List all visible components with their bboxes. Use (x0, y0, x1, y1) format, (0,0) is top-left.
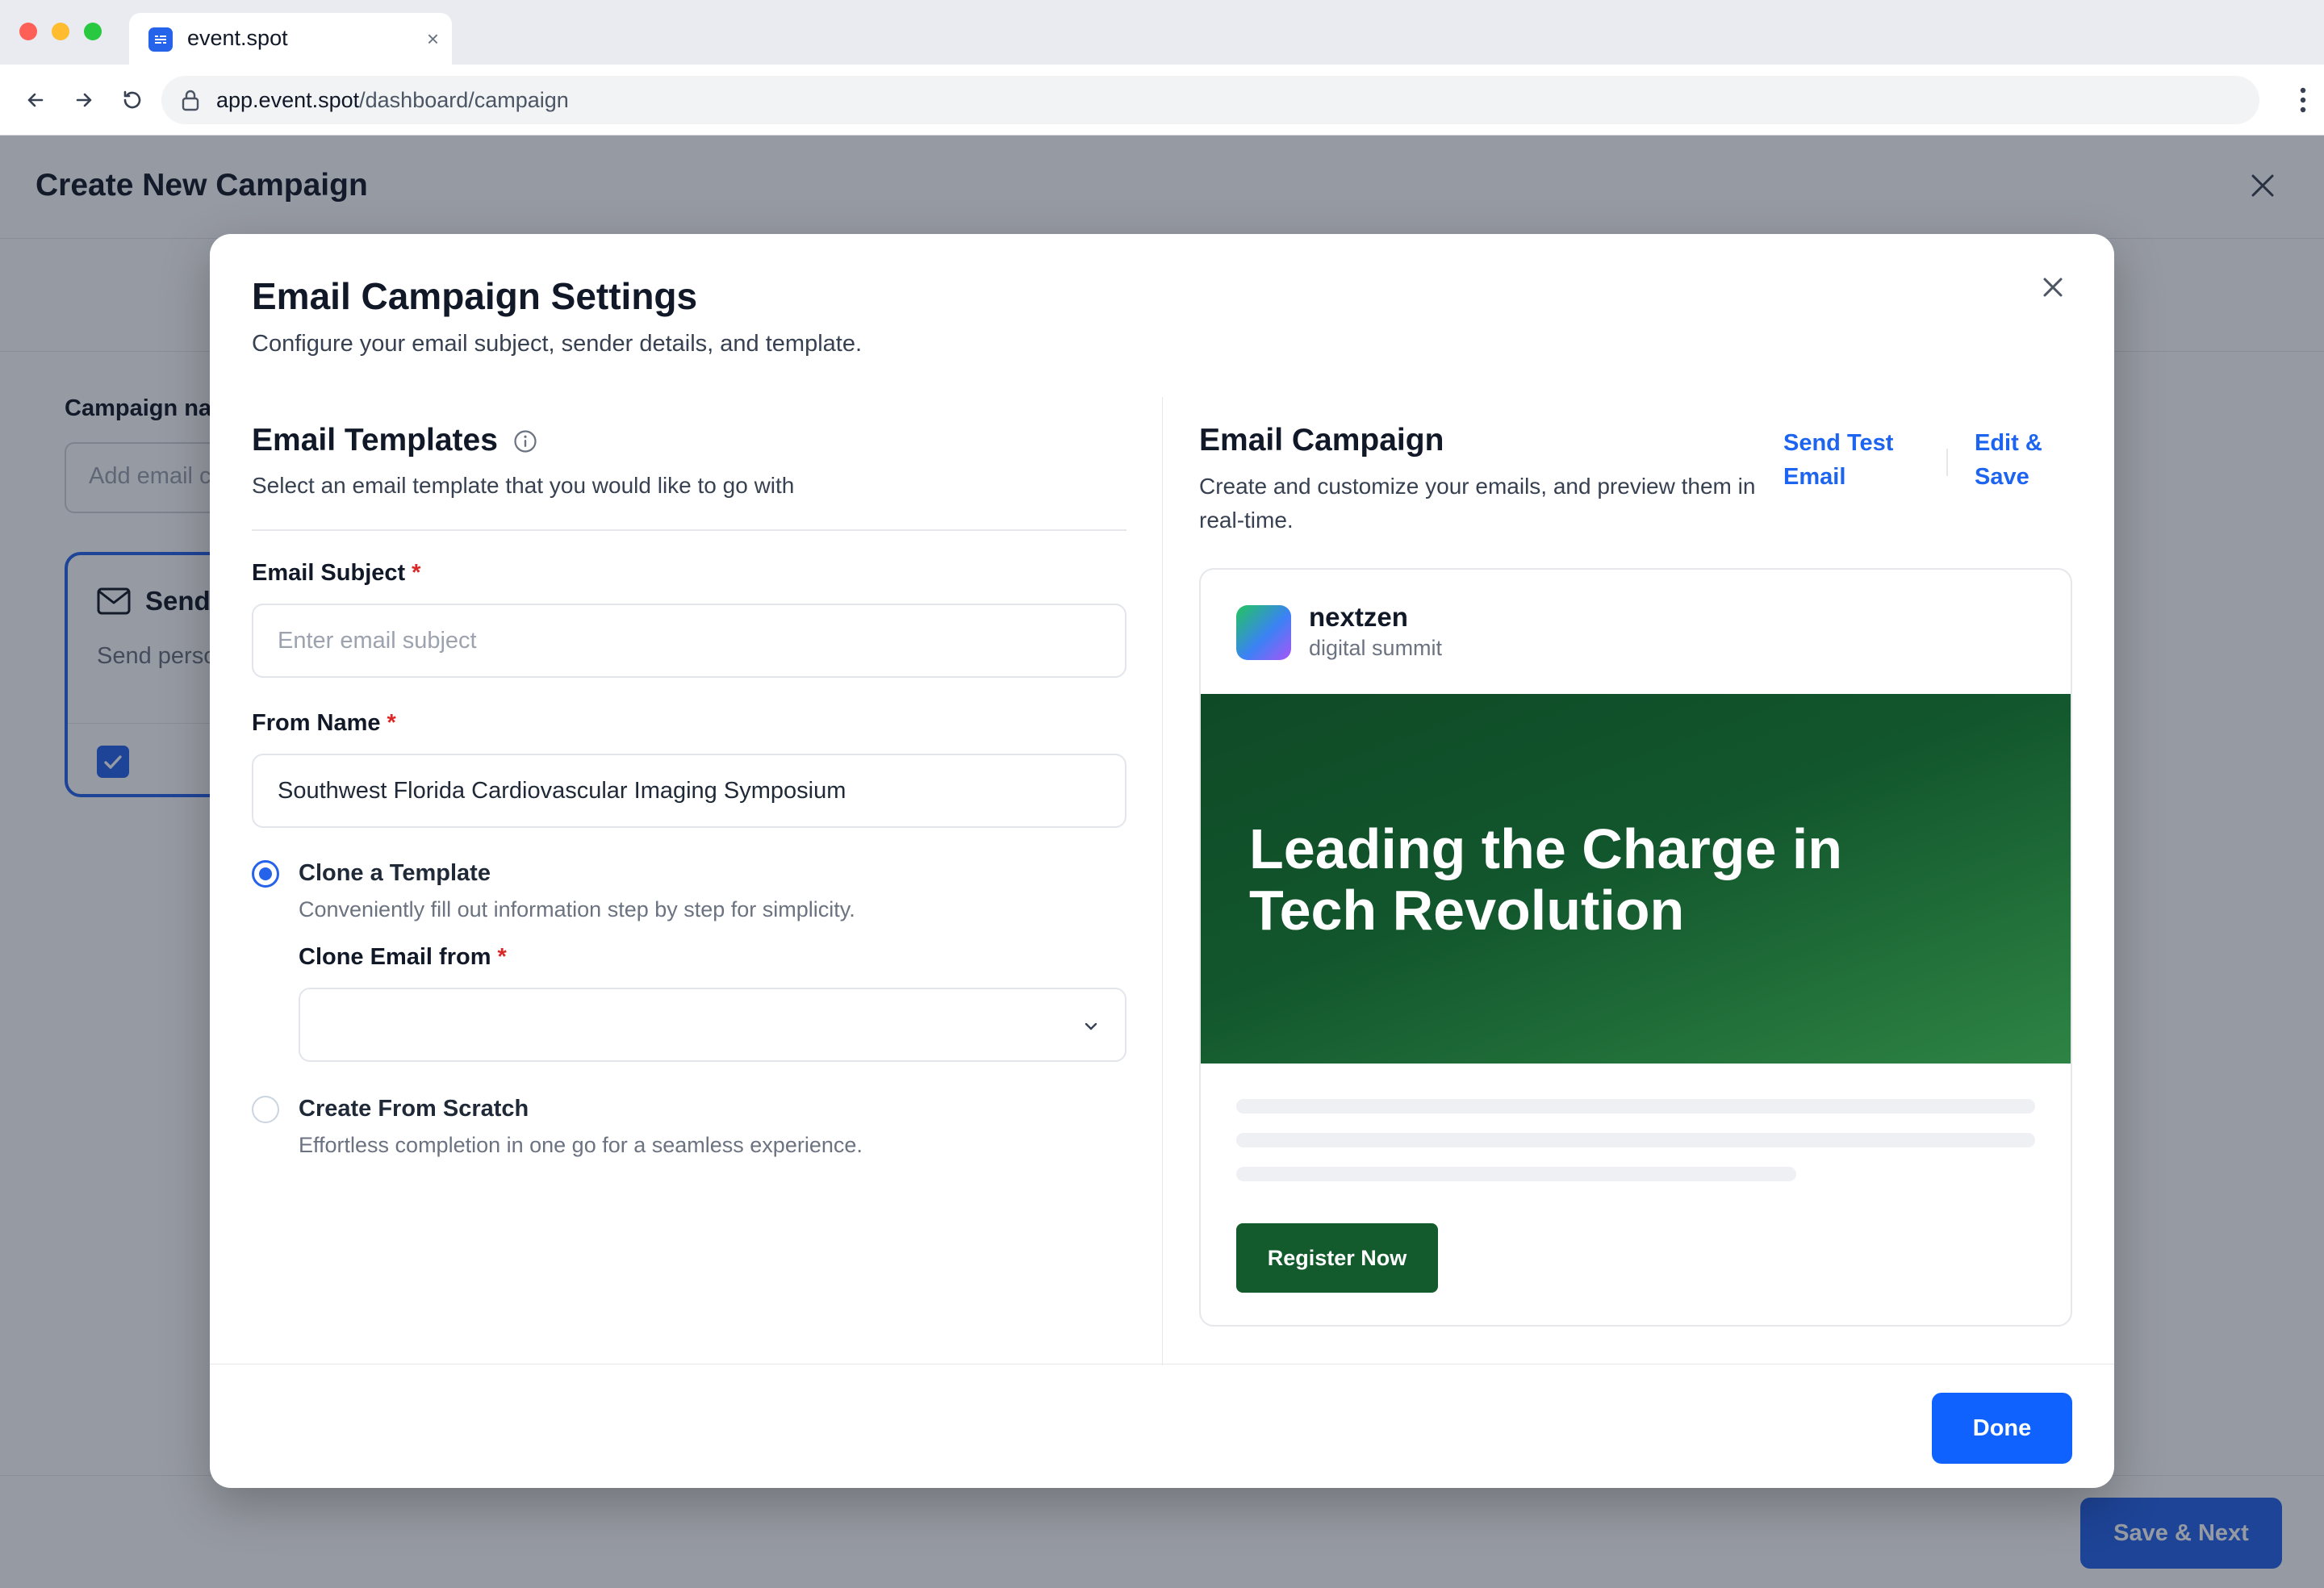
address-bar[interactable]: app.event.spot/dashboard/campaign (161, 76, 2259, 124)
email-subject-input[interactable] (252, 604, 1126, 678)
eventspot-favicon-icon (148, 27, 173, 52)
clone-email-from-select[interactable] (299, 988, 1126, 1062)
tab-close-icon[interactable]: × (427, 27, 439, 50)
reload-icon[interactable] (118, 86, 147, 115)
preview-text-placeholder (1236, 1133, 2035, 1147)
info-icon[interactable] (513, 429, 537, 453)
clone-template-title[interactable]: Clone a Template (299, 860, 491, 887)
from-name-input[interactable] (252, 754, 1126, 828)
preview-brand-sub: digital summit (1309, 636, 1443, 660)
column-divider (1162, 397, 1163, 1365)
email-preview: nextzen digital summit Leading the Charg… (1199, 568, 2072, 1327)
url-host: app.event.spot (216, 88, 360, 112)
browser-navbar: app.event.spot/dashboard/campaign (0, 65, 2324, 136)
tab-title: event.spot (187, 26, 288, 50)
email-subject-label: Email Subject * (252, 560, 420, 587)
back-arrow-icon[interactable] (21, 86, 50, 115)
email-campaign-settings-modal: Email Campaign Settings Configure your e… (210, 234, 2114, 1488)
preview-text-placeholder (1236, 1167, 1796, 1181)
nextzen-logo-icon (1236, 605, 1291, 660)
clone-template-desc: Conveniently fill out information step b… (299, 897, 855, 921)
lock-icon (182, 90, 199, 111)
preview-text-placeholder (1236, 1099, 2035, 1114)
preview-brand: nextzen (1309, 602, 1408, 632)
create-from-scratch-title[interactable]: Create From Scratch (299, 1096, 529, 1122)
email-campaign-desc: Create and customize your emails, and pr… (1199, 474, 1756, 533)
forward-arrow-icon[interactable] (69, 86, 98, 115)
required-asterisk: * (497, 944, 507, 970)
chevron-down-icon (1085, 1022, 1097, 1030)
email-templates-title: Email Templates (252, 423, 498, 458)
edit-save-link[interactable]: Edit & Save (1975, 426, 2063, 494)
clone-email-from-label-text: Clone Email from (299, 944, 491, 970)
preview-hero: Leading the Charge in Tech Revolution (1201, 694, 2071, 1064)
section-divider (252, 529, 1126, 531)
window-close-dot[interactable] (19, 23, 37, 40)
modal-subtitle: Configure your email subject, sender det… (252, 331, 863, 357)
from-name-label: From Name * (252, 710, 396, 737)
clone-template-radio[interactable] (252, 860, 279, 888)
create-from-scratch-desc: Effortless completion in one go for a se… (299, 1133, 863, 1157)
window-zoom-dot[interactable] (84, 23, 102, 40)
browser-titlebar: event.spot × (0, 0, 2324, 65)
email-templates-desc: Select an email template that you would … (252, 473, 795, 498)
required-asterisk: * (387, 710, 396, 736)
email-campaign-title: Email Campaign (1199, 423, 1444, 458)
clone-email-from-label: Clone Email from * (299, 944, 507, 971)
kebab-menu-icon[interactable] (2298, 84, 2308, 116)
email-subject-label-text: Email Subject (252, 560, 406, 586)
link-separator (1946, 449, 1948, 476)
modal-title: Email Campaign Settings (252, 275, 698, 317)
send-test-email-link[interactable]: Send Test Email (1783, 426, 1929, 494)
register-now-button[interactable]: Register Now (1236, 1223, 1438, 1293)
done-button[interactable]: Done (1932, 1393, 2072, 1464)
create-from-scratch-radio[interactable] (252, 1096, 279, 1123)
preview-hero-title: Leading the Charge in Tech Revolution (1249, 817, 1843, 942)
window-minimize-dot[interactable] (52, 23, 69, 40)
from-name-label-text: From Name (252, 710, 381, 736)
modal-close-icon[interactable] (2034, 268, 2072, 307)
browser-tab[interactable]: event.spot × (129, 13, 452, 65)
url-path: /dashboard/campaign (359, 88, 569, 112)
url-text: app.event.spot/dashboard/campaign (216, 88, 569, 113)
required-asterisk: * (412, 560, 421, 586)
